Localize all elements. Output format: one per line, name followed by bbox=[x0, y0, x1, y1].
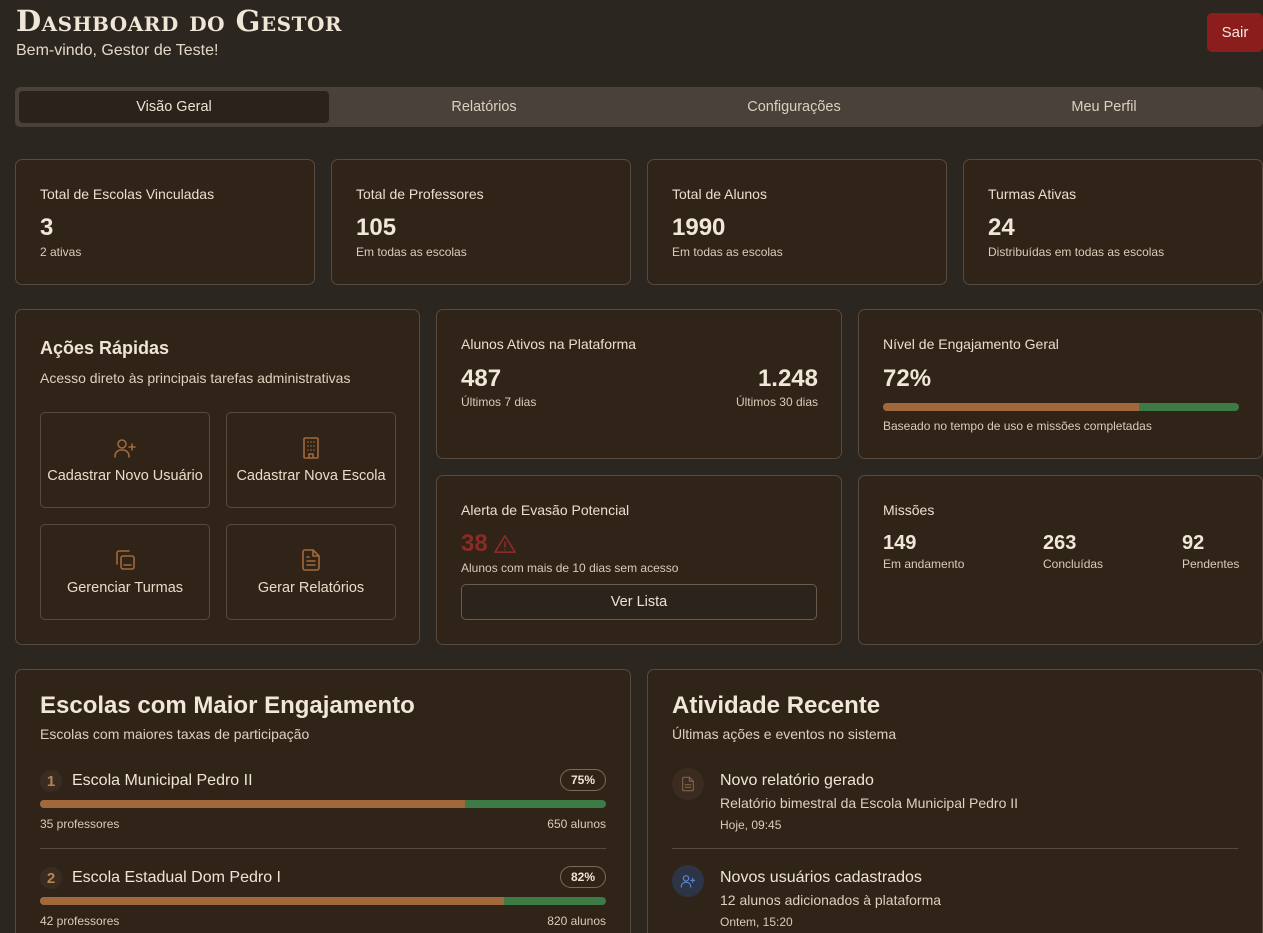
quick-actions-title: Ações Rápidas bbox=[40, 338, 170, 358]
school-name: Escola Estadual Dom Pedro I bbox=[72, 869, 281, 886]
file-text-icon bbox=[302, 549, 320, 571]
missions-pending-sub: Pendentes bbox=[1182, 557, 1240, 571]
school-rank: 2 bbox=[40, 867, 62, 889]
quick-actions-card: Ações Rápidas Acesso direto às principai… bbox=[15, 309, 420, 645]
user-plus-icon bbox=[680, 875, 696, 888]
active-30d-value: 1.248 bbox=[757, 365, 818, 392]
manage-classes-button[interactable]: Gerenciar Turmas bbox=[40, 524, 210, 620]
welcome-text: Bem-vindo, Gestor de Teste! bbox=[16, 42, 219, 59]
recent-activity-description: Últimas ações e eventos no sistema bbox=[672, 726, 897, 742]
stat-card-schools: Total de Escolas Vinculadas 3 2 ativas bbox=[15, 159, 315, 285]
missions-pending-value: 92 bbox=[1182, 532, 1205, 554]
stat-value: 105 bbox=[356, 214, 397, 241]
school-progress-bar bbox=[40, 800, 606, 808]
school-engagement-badge: 82% bbox=[559, 866, 606, 888]
activity-icon bbox=[672, 768, 704, 800]
stat-sub: Em todas as escolas bbox=[356, 245, 467, 259]
school-progress-fill bbox=[40, 897, 505, 905]
missions-completed-value: 263 bbox=[1043, 532, 1077, 554]
tab-overview[interactable]: Visão Geral bbox=[19, 91, 329, 123]
activity-description: 12 alunos adicionados à plataforma bbox=[720, 892, 942, 908]
active-students-label: Alunos Ativos na Plataforma bbox=[461, 336, 637, 352]
generate-reports-button[interactable]: Gerar Relatórios bbox=[226, 524, 396, 620]
missions-card: Missões 149 Em andamento 263 Concluídas … bbox=[858, 475, 1263, 645]
engagement-sub: Baseado no tempo de uso e missões comple… bbox=[883, 419, 1152, 433]
dropout-sub: Alunos com mais de 10 dias sem acesso bbox=[461, 561, 679, 575]
activity-time: Ontem, 15:20 bbox=[720, 915, 793, 929]
engagement-progress-bar bbox=[883, 403, 1239, 411]
engagement-card: Nível de Engajamento Geral 72% Baseado n… bbox=[858, 309, 1263, 459]
missions-in-progress-sub: Em andamento bbox=[883, 557, 965, 571]
school-teachers: 42 professores bbox=[40, 914, 120, 928]
top-schools-title: Escolas com Maior Engajamento bbox=[40, 692, 415, 719]
tab-profile[interactable]: Meu Perfil bbox=[949, 91, 1259, 123]
register-user-label: Cadastrar Novo Usuário bbox=[47, 468, 203, 484]
dropout-value: 38 bbox=[461, 530, 488, 557]
tab-settings[interactable]: Configurações bbox=[639, 91, 949, 123]
stat-label: Total de Alunos bbox=[672, 186, 767, 202]
dropout-alert-card: Alerta de Evasão Potencial 38 Alunos com… bbox=[436, 475, 842, 645]
dropout-alert-label: Alerta de Evasão Potencial bbox=[461, 502, 630, 518]
page-title: Dashboard do Gestor bbox=[16, 4, 343, 38]
stat-value: 3 bbox=[40, 214, 54, 241]
generate-reports-label: Gerar Relatórios bbox=[257, 580, 365, 596]
active-7d-value: 487 bbox=[461, 365, 502, 392]
stat-card-teachers: Total de Professores 105 Em todas as esc… bbox=[331, 159, 631, 285]
active-7d-sub: Últimos 7 dias bbox=[461, 395, 537, 409]
stat-sub: Distribuídas em todas as escolas bbox=[988, 245, 1165, 259]
active-30d-sub: Últimos 30 dias bbox=[735, 395, 818, 409]
activity-title: Novos usuários cadastrados bbox=[720, 869, 922, 886]
tab-bar: Visão Geral Relatórios Configurações Meu… bbox=[15, 87, 1263, 127]
school-teachers: 35 professores bbox=[40, 817, 120, 831]
activity-icon bbox=[672, 865, 704, 897]
building-icon bbox=[303, 437, 319, 459]
register-user-button[interactable]: Cadastrar Novo Usuário bbox=[40, 412, 210, 508]
divider bbox=[40, 848, 606, 849]
quick-actions-description: Acesso direto às principais tarefas admi… bbox=[40, 370, 351, 386]
top-schools-card: Escolas com Maior Engajamento Escolas co… bbox=[15, 669, 631, 933]
logout-button[interactable]: Sair bbox=[1207, 13, 1263, 52]
top-schools-description: Escolas com maiores taxas de participaçã… bbox=[40, 726, 310, 742]
missions-label: Missões bbox=[883, 502, 935, 518]
activity-title: Novo relatório gerado bbox=[720, 772, 874, 789]
recent-activity-title: Atividade Recente bbox=[672, 692, 881, 719]
stat-label: Total de Professores bbox=[356, 186, 484, 202]
missions-completed-sub: Concluídas bbox=[1043, 557, 1104, 571]
dropout-value-row: 38 bbox=[461, 530, 516, 558]
copy-icon bbox=[116, 550, 135, 570]
school-progress-fill bbox=[40, 800, 465, 808]
stat-card-classes: Turmas Ativas 24 Distribuídas em todas a… bbox=[963, 159, 1263, 285]
school-engagement-badge: 75% bbox=[559, 769, 606, 791]
school-students: 650 alunos bbox=[547, 817, 606, 831]
stat-card-students: Total de Alunos 1990 Em todas as escolas bbox=[647, 159, 947, 285]
stat-label: Total de Escolas Vinculadas bbox=[40, 186, 215, 202]
activity-description: Relatório bimestral da Escola Municipal … bbox=[720, 795, 1019, 811]
user-plus-icon bbox=[114, 439, 136, 458]
stat-value: 1990 bbox=[672, 214, 726, 241]
stat-sub: 2 ativas bbox=[40, 245, 82, 259]
divider bbox=[672, 848, 1238, 849]
activity-time: Hoje, 09:45 bbox=[720, 818, 782, 832]
tab-reports[interactable]: Relatórios bbox=[329, 91, 639, 123]
missions-in-progress-value: 149 bbox=[883, 532, 917, 554]
register-school-button[interactable]: Cadastrar Nova Escola bbox=[226, 412, 396, 508]
school-rank: 1 bbox=[40, 770, 62, 792]
manage-classes-label: Gerenciar Turmas bbox=[66, 580, 184, 596]
stat-label: Turmas Ativas bbox=[988, 186, 1077, 202]
school-progress-bar bbox=[40, 897, 606, 905]
stat-sub: Em todas as escolas bbox=[672, 245, 783, 259]
view-list-button[interactable]: Ver Lista bbox=[461, 584, 817, 620]
school-students: 820 alunos bbox=[547, 914, 606, 928]
engagement-value: 72% bbox=[883, 365, 932, 392]
school-name: Escola Municipal Pedro II bbox=[72, 772, 253, 789]
stat-value: 24 bbox=[988, 214, 1015, 241]
engagement-progress-fill bbox=[883, 403, 1140, 411]
warning-icon bbox=[493, 535, 516, 553]
recent-activity-card: Atividade Recente Últimas ações e evento… bbox=[647, 669, 1263, 933]
register-school-label: Cadastrar Nova Escola bbox=[236, 468, 386, 484]
file-text-icon bbox=[682, 776, 694, 792]
engagement-label: Nível de Engajamento Geral bbox=[883, 336, 1059, 352]
active-students-card: Alunos Ativos na Plataforma 487 Últimos … bbox=[436, 309, 842, 459]
